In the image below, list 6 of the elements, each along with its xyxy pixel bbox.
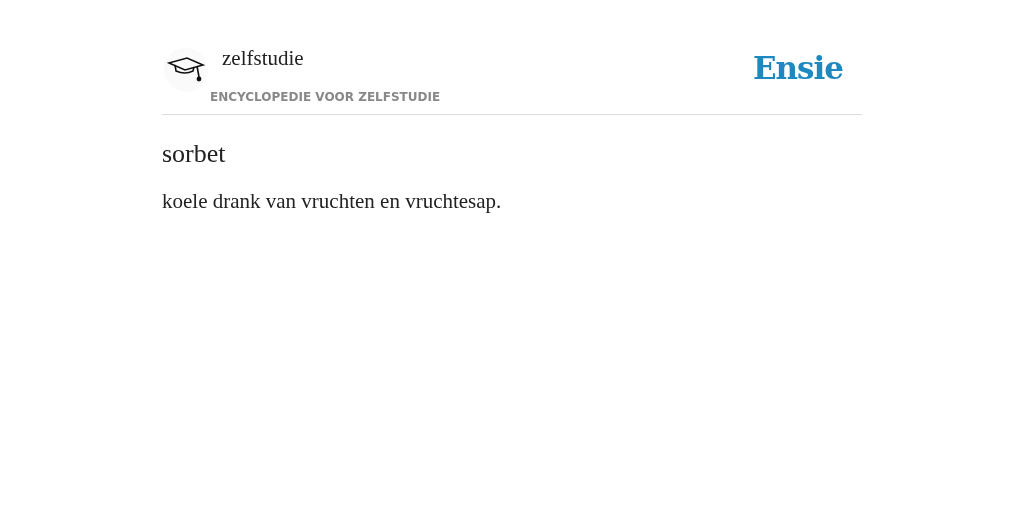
site-subtitle: ENCYCLOPEDIE VOOR ZELFSTUDIE (209, 90, 441, 104)
graduation-cap-icon (164, 48, 208, 92)
brand-logo[interactable]: Ensie (752, 50, 843, 86)
article-title: sorbet (162, 139, 227, 169)
site-title[interactable]: zelfstudie (210, 42, 441, 92)
definition-text: koele drank van vruchten en vruchtesap. (162, 189, 503, 214)
